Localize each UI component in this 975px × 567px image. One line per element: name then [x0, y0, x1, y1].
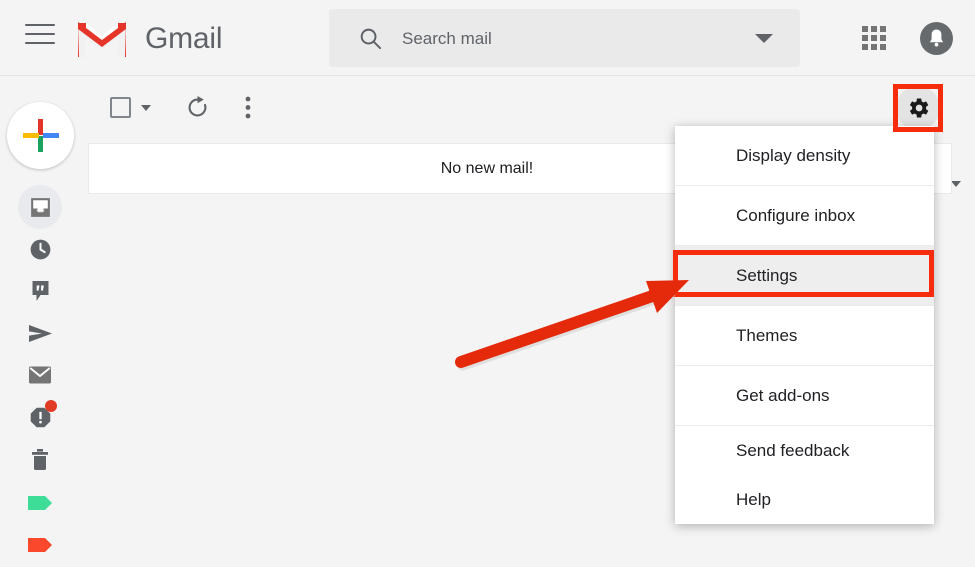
search-bar[interactable] [329, 9, 800, 69]
menu-item-help[interactable]: Help [675, 475, 934, 524]
plus-icon [23, 119, 59, 152]
hamburger-bar [25, 33, 55, 35]
hamburger-bar [25, 42, 55, 44]
inbox-icon [30, 197, 50, 217]
sidebar-item-trash[interactable] [18, 437, 62, 481]
apps-grid-icon[interactable] [862, 26, 886, 50]
menu-item-configure-inbox[interactable]: Configure inbox [675, 186, 934, 245]
gear-icon [909, 98, 929, 118]
hamburger-bar [25, 24, 55, 26]
chevron-down-icon [141, 104, 151, 111]
sidebar-item-mail[interactable] [18, 353, 62, 397]
label-tag-icon [28, 496, 52, 510]
left-rail [0, 77, 85, 552]
menu-item-themes[interactable]: Themes [675, 306, 934, 365]
apps-grid-dot [880, 26, 886, 32]
refresh-icon [188, 95, 207, 117]
apps-grid-dot [871, 26, 877, 32]
sidebar-item-snoozed[interactable] [18, 227, 62, 271]
settings-gear-button[interactable] [905, 95, 931, 121]
menu-group: Display density [675, 126, 934, 186]
spam-badge [45, 400, 57, 412]
bell-icon[interactable] [920, 22, 953, 55]
apps-grid-dot [880, 44, 886, 50]
gmail-envelope-logo [78, 22, 126, 57]
search-input[interactable] [400, 9, 734, 69]
three-dots-vertical-icon [245, 96, 251, 119]
apps-grid-dot [862, 35, 868, 41]
apps-grid-dot [862, 26, 868, 32]
sidebar-item-sent[interactable] [18, 311, 62, 355]
sidebar-item-spam[interactable] [18, 395, 62, 439]
select-all-button[interactable] [110, 97, 151, 118]
envelope-icon [29, 366, 51, 384]
app-header: Gmail [0, 0, 975, 76]
hamburger-icon[interactable] [25, 24, 55, 52]
apps-grid-dot [862, 44, 868, 50]
menu-group: Send feedback Help [675, 426, 934, 524]
sidebar-item-inbox[interactable] [18, 185, 62, 229]
sidebar-item-label-red[interactable] [18, 523, 62, 567]
compose-button[interactable] [7, 102, 74, 169]
checkbox-icon [110, 97, 131, 118]
menu-item-get-add-ons[interactable]: Get add-ons [675, 366, 934, 425]
gmail-wordmark: Gmail [145, 22, 223, 55]
menu-item-settings[interactable]: Settings [675, 246, 934, 305]
apps-grid-dot [871, 44, 877, 50]
sidebar-item-chat[interactable] [18, 269, 62, 313]
apps-grid-dot [871, 35, 877, 41]
menu-item-display-density[interactable]: Display density [675, 126, 934, 185]
search-icon [360, 28, 382, 50]
chat-bubble-icon [32, 281, 48, 301]
menu-item-send-feedback[interactable]: Send feedback [675, 426, 934, 475]
label-tag-icon [28, 538, 52, 552]
empty-state-message: No new mail! [440, 159, 534, 177]
settings-dropdown-menu[interactable]: Display density Configure inbox Settings… [675, 126, 934, 524]
menu-group: Settings [675, 246, 934, 306]
menu-group: Configure inbox [675, 186, 934, 246]
chevron-down-icon [951, 180, 961, 187]
trash-icon [32, 448, 48, 470]
refresh-button[interactable] [185, 95, 210, 120]
clock-icon [30, 239, 50, 259]
apps-grid-dot [880, 35, 886, 41]
chevron-down-icon[interactable] [755, 34, 773, 43]
sidebar-item-label-green[interactable] [18, 481, 62, 525]
more-options-button[interactable] [245, 95, 251, 120]
red-arrow-annotation [455, 280, 689, 371]
bell-glyph [929, 29, 944, 47]
menu-group: Get add-ons [675, 366, 934, 426]
menu-group: Themes [675, 306, 934, 366]
send-icon [28, 324, 52, 342]
